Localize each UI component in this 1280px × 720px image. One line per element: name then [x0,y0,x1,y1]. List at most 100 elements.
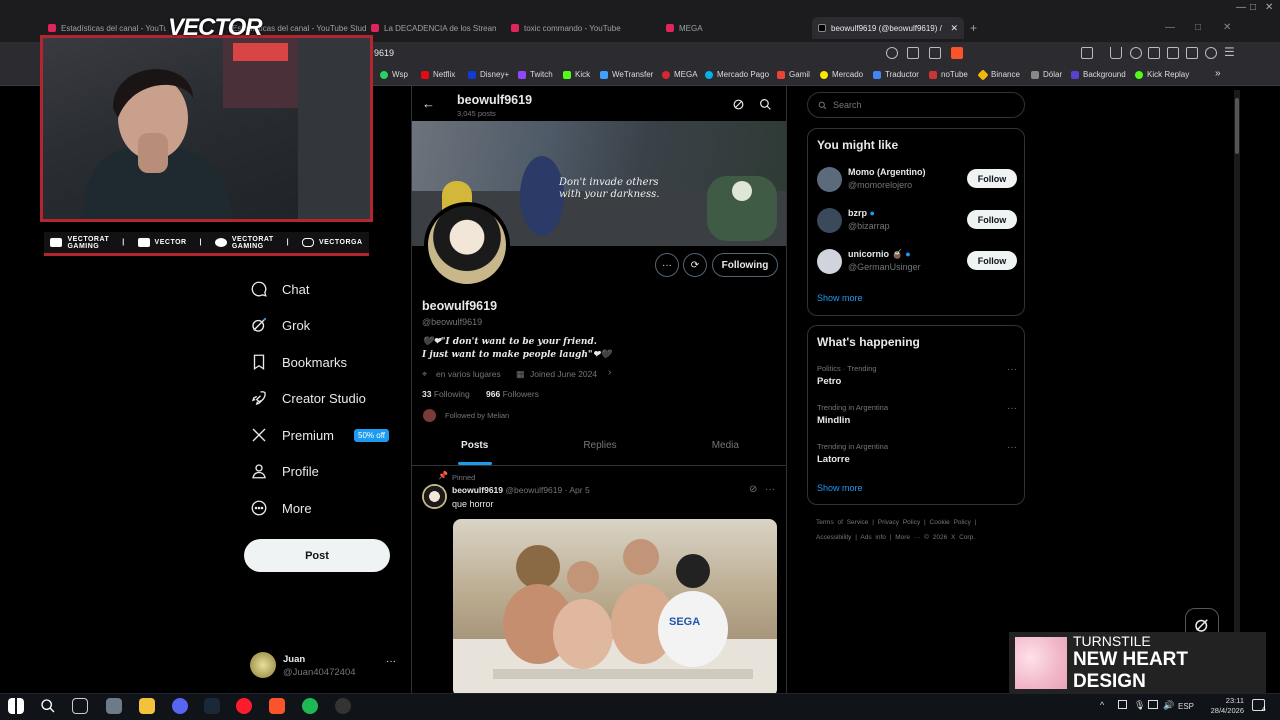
tweet-author-name[interactable]: beowulf9619 [452,485,503,495]
back-arrow-icon[interactable]: ← [422,96,435,111]
privacy-link[interactable]: Privacy Policy [878,519,920,526]
follow-button[interactable]: Follow [967,210,1017,229]
bookmark-item[interactable]: Gamil [777,70,810,79]
followed-by[interactable]: Followed by Melian [445,411,509,420]
following-button[interactable]: Following [712,253,778,277]
wallet-icon[interactable] [1167,47,1179,59]
media-icon[interactable] [1130,47,1142,59]
ads-info-link[interactable]: Ads info [860,534,886,541]
sidebar-item-grok[interactable]: Grok [250,311,310,339]
follow-button[interactable]: Follow [967,251,1017,270]
cookie-link[interactable]: Cookie Policy [930,519,971,526]
more-options-icon[interactable]: ··· [655,253,679,277]
spotify-icon[interactable] [302,698,318,714]
bookmark-item[interactable]: Mercado Pago [705,70,769,79]
bookmark-item[interactable]: Dólar [1031,70,1062,79]
sidebar-icon[interactable] [1148,47,1160,59]
microphone-icon[interactable]: 🎙 [1134,700,1145,711]
more-link[interactable]: More ··· [895,534,920,541]
trend-item[interactable]: Trending in Argentina Latorre ··· [817,442,1017,472]
scrollbar-thumb[interactable] [1235,98,1239,154]
chevron-right-icon[interactable]: › [608,367,611,378]
discord-icon[interactable] [172,698,188,714]
tab-search-icon[interactable] [907,47,919,59]
brave-shield-icon[interactable] [951,47,963,59]
network-icon[interactable] [1148,700,1158,709]
address-text[interactable]: 9619 [374,48,394,58]
app-icon[interactable] [106,698,122,714]
account-menu-icon[interactable]: ··· [386,656,396,667]
tweet-author-handle[interactable]: @beowulf9619 [505,485,562,495]
task-view-icon[interactable] [72,698,88,714]
bookmark-item[interactable]: Disney+ [468,70,509,79]
suggested-user[interactable]: unicornio 🧉 ● @GermanUsinger Follow [817,247,1017,277]
account-switcher[interactable]: Juan @Juan40472404 ··· [250,652,400,680]
sidebar-item-more[interactable]: More [250,494,312,522]
tweet-image[interactable]: SEGA [453,519,777,693]
clock[interactable]: 23:11 28/4/2026 [1200,696,1244,716]
tray-icon[interactable] [1118,700,1127,709]
bookmark-item[interactable]: Background [1071,70,1126,79]
trend-more-icon[interactable]: ··· [1007,403,1017,414]
grok-refresh-icon[interactable]: ⟳ [683,253,707,277]
search-icon[interactable] [40,698,56,714]
browser-tab[interactable]: toxic commando - YouTube [511,17,621,39]
new-tab-button[interactable]: + [970,17,977,39]
tab-replies[interactable]: Replies [537,426,662,465]
search-icon[interactable] [759,98,772,111]
bookmark-item[interactable]: Binance [977,68,1020,81]
profile-avatar[interactable] [424,202,510,288]
menu-icon[interactable]: ☰ [1224,45,1235,59]
bookmark-item[interactable]: Kick Replay [1135,70,1189,79]
terms-link[interactable]: Terms of Service [816,519,868,526]
steam-icon[interactable] [204,698,220,714]
tweet-avatar[interactable] [422,484,447,509]
followers-link[interactable]: 966 Followers [486,389,539,399]
accessibility-link[interactable]: Accessibility [816,534,851,541]
follow-button[interactable]: Follow [967,169,1017,188]
following-link[interactable]: 33 Following [422,389,470,399]
close-icon[interactable]: ✕ [1223,22,1231,33]
trend-more-icon[interactable]: ··· [1007,364,1017,375]
sidebar-item-profile[interactable]: Profile [250,457,319,485]
minimize-icon[interactable]: — [1236,2,1246,13]
download-icon[interactable] [1110,47,1122,59]
bookmark-item[interactable]: Kick [563,70,590,79]
restore-icon[interactable]: □ [1250,2,1256,13]
close-tab-icon[interactable]: ✕ [950,23,958,34]
browser-tab[interactable]: La DECADENCIA de los Streamers [371,17,496,39]
brave-icon[interactable] [269,698,285,714]
bookmark-item[interactable]: Traductor [873,70,919,79]
grok-summary-icon[interactable] [732,98,745,111]
tab-posts[interactable]: Posts [412,426,537,465]
suggested-user[interactable]: bzrp ● @bizarrap Follow [817,206,1017,236]
tweet-date[interactable]: Apr 5 [569,485,589,495]
sidebar-item-bookmarks[interactable]: Bookmarks [250,348,347,376]
grok-explain-icon[interactable]: ⊘ [749,484,757,495]
show-more-link[interactable]: Show more [817,483,863,493]
bookmark-item[interactable]: Twitch [518,70,553,79]
opera-gx-icon[interactable] [236,698,252,714]
trend-more-icon[interactable]: ··· [1007,442,1017,453]
file-explorer-icon[interactable] [139,698,155,714]
bookmark-item[interactable]: WeTransfer [600,70,653,79]
trend-item[interactable]: Trending in Argentina Mindlin ··· [817,403,1017,433]
sidebar-item-creator-studio[interactable]: Creator Studio [250,384,366,412]
browser-tab-active[interactable]: beowulf9619 (@beowulf9619) / ✕ [812,17,964,39]
show-more-link[interactable]: Show more [817,293,863,303]
trend-item[interactable]: Politics · Trending Petro ··· [817,364,1017,394]
browser-tab[interactable]: MEGA [666,17,746,39]
sidebar-item-premium[interactable]: Premium 50% off [250,421,389,449]
translate-icon[interactable] [886,47,898,59]
restore-icon[interactable]: □ [1195,22,1201,33]
language-indicator[interactable]: ESP [1178,702,1194,711]
search-input[interactable]: Search [807,92,1025,118]
tab-media[interactable]: Media [663,426,786,465]
bookmark-item[interactable]: Wsp [380,70,408,79]
bookmark-item[interactable]: Mercado [820,70,863,79]
bookmark-item[interactable]: MEGA [662,70,698,79]
scrollbar-track[interactable] [1234,90,1240,690]
obs-icon[interactable] [335,698,351,714]
suggested-user[interactable]: Momo (Argentino) @momorelojero Follow [817,165,1017,195]
minimize-icon[interactable]: — [1165,22,1175,33]
